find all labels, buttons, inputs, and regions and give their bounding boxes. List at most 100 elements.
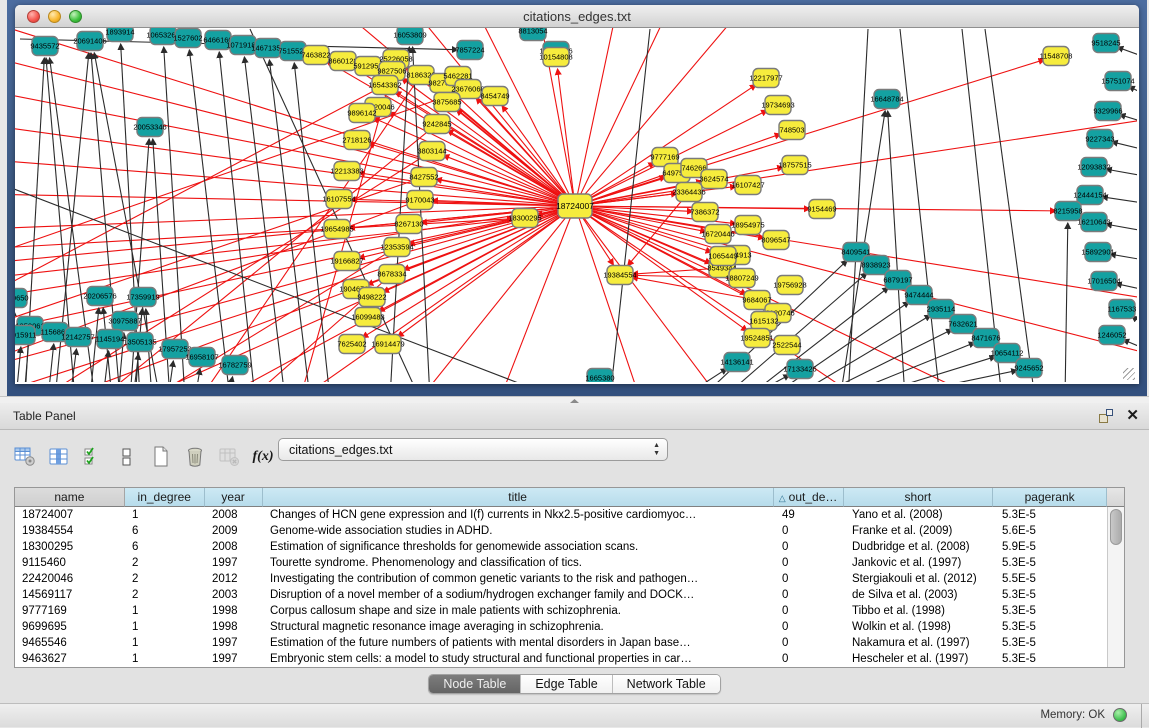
graph-node[interactable]: 9154469: [807, 200, 836, 219]
graph-node[interactable]: 18807249: [725, 269, 758, 288]
tab-edge-table[interactable]: Edge Table: [521, 675, 612, 693]
graph-node[interactable]: 19384554: [603, 266, 636, 285]
table-row[interactable]: 946362711997Embryonic stem cells: a mode…: [15, 651, 1124, 667]
graph-node[interactable]: 8678334: [377, 265, 406, 284]
graph-node[interactable]: 12142757: [61, 328, 94, 347]
table-row[interactable]: 977716911998Corpus callosum shape and si…: [15, 603, 1124, 619]
graph-node[interactable]: 12353594: [380, 238, 413, 257]
table-row[interactable]: 969969511998Structural magnetic resonanc…: [15, 619, 1124, 635]
graph-node[interactable]: 23364436: [672, 183, 705, 202]
graph-node[interactable]: 16210643: [1077, 213, 1110, 232]
graph-node[interactable]: 17359919: [126, 288, 159, 307]
network-canvas[interactable]: 9435572206914061893914106532671527602646…: [15, 28, 1137, 382]
graph-node[interactable]: 3875685: [432, 93, 461, 112]
graph-node[interactable]: 12213383: [330, 162, 363, 181]
graph-node[interactable]: 3624574: [699, 170, 728, 189]
table-mode-icon[interactable]: [10, 444, 40, 470]
graph-node[interactable]: 2620650: [15, 289, 29, 308]
graph-node[interactable]: 8096547: [761, 231, 790, 250]
graph-node[interactable]: 7857224: [455, 41, 484, 60]
graph-node[interactable]: 8813054: [518, 28, 547, 41]
graph-node[interactable]: 1145194: [96, 330, 125, 349]
graph-node[interactable]: 14136141: [720, 353, 753, 372]
graph-node[interactable]: 16648784: [870, 90, 903, 109]
graph-node[interactable]: 2522544: [772, 336, 801, 355]
table-row[interactable]: 946554611997Estimation of the future num…: [15, 635, 1124, 651]
graph-node[interactable]: 9518245: [1091, 34, 1120, 53]
graph-node[interactable]: 2718126: [342, 131, 371, 150]
graph-node[interactable]: 7386372: [690, 203, 719, 222]
graph-node[interactable]: 9170043: [405, 191, 434, 210]
close-panel-icon[interactable]: ✕: [1126, 406, 1139, 424]
graph-node[interactable]: 18300295: [508, 209, 541, 228]
graph-node[interactable]: 1665380: [585, 369, 614, 383]
graph-node[interactable]: 16720446: [701, 225, 734, 244]
graph-node[interactable]: 9329966: [1093, 102, 1122, 121]
graph-node[interactable]: 30975887: [108, 312, 141, 331]
memory-status-indicator[interactable]: [1113, 708, 1127, 722]
graph-node[interactable]: 8267130: [394, 215, 423, 234]
column-header-in_degree[interactable]: in_degree: [125, 488, 205, 507]
graph-node[interactable]: 19524851: [740, 329, 773, 348]
graph-node[interactable]: 18724007: [556, 194, 594, 218]
graph-node[interactable]: 1615132: [749, 312, 778, 331]
graph-node[interactable]: 7463822: [301, 46, 330, 65]
graph-node[interactable]: 1167533: [1108, 300, 1137, 319]
row-height-icon[interactable]: [112, 444, 142, 470]
graph-node[interactable]: 11548708: [1040, 47, 1073, 66]
graph-node[interactable]: 16958107: [185, 348, 218, 367]
delete-columns-icon[interactable]: [180, 444, 210, 470]
graph-node[interactable]: 3803144: [417, 142, 446, 161]
graph-node[interactable]: 13505135: [123, 333, 156, 352]
graph-node[interactable]: 16099483: [351, 308, 384, 327]
graph-node[interactable]: 1065449: [708, 247, 737, 266]
graph-node[interactable]: 8454749: [480, 87, 509, 106]
graph-node[interactable]: 19756928: [773, 276, 806, 295]
graph-node[interactable]: 9896142: [347, 104, 376, 123]
table-row[interactable]: 1456911722003Disruption of a novel membe…: [15, 587, 1124, 603]
column-header-pagerank[interactable]: pagerank: [993, 488, 1107, 507]
create-column-icon[interactable]: [146, 444, 176, 470]
column-header-name[interactable]: name: [15, 488, 125, 507]
panel-splitter[interactable]: [0, 396, 1149, 403]
graph-node[interactable]: 9498222: [357, 288, 386, 307]
graph-node[interactable]: 9227343: [1085, 130, 1114, 149]
window-resize-grip[interactable]: [1123, 368, 1135, 380]
graph-node[interactable]: 16914479: [371, 335, 404, 354]
graph-node[interactable]: 16782759: [218, 356, 251, 375]
graph-node[interactable]: 10154808: [539, 48, 572, 67]
table-row[interactable]: 1938455462009Genome-wide association stu…: [15, 523, 1124, 539]
graph-node[interactable]: 9245652: [1014, 359, 1043, 378]
column-header-year[interactable]: year: [205, 488, 263, 507]
graph-node[interactable]: 19654985: [320, 220, 353, 239]
graph-node[interactable]: 19166827: [330, 252, 363, 271]
graph-node[interactable]: 12093832: [1077, 158, 1110, 177]
graph-node[interactable]: 16543362: [368, 76, 401, 95]
float-panel-icon[interactable]: [1099, 409, 1113, 423]
table-row[interactable]: 2242004622012Investigating the contribut…: [15, 571, 1124, 587]
graph-node[interactable]: 17133426: [783, 360, 816, 379]
graph-node[interactable]: 18954975: [731, 216, 764, 235]
graph-node[interactable]: 20206576: [83, 287, 116, 306]
graph-node[interactable]: 15751074: [1101, 72, 1134, 91]
graph-node[interactable]: 18757515: [778, 156, 811, 175]
graph-node[interactable]: 9242845: [422, 115, 451, 134]
graph-node[interactable]: 16107554: [322, 190, 355, 209]
table-row[interactable]: 911546021997Tourette syndrome. Phenomeno…: [15, 555, 1124, 571]
tab-node-table[interactable]: Node Table: [429, 675, 521, 693]
graph-node[interactable]: 19734693: [761, 96, 794, 115]
graph-node[interactable]: 1893914: [105, 28, 134, 42]
graph-node[interactable]: 20053346: [133, 118, 166, 137]
graph-node[interactable]: 8427552: [409, 168, 438, 187]
graph-node[interactable]: 3915911: [15, 326, 36, 345]
function-builder-icon[interactable]: f(x): [248, 444, 278, 470]
tab-network-table[interactable]: Network Table: [613, 675, 720, 693]
table-selector-dropdown[interactable]: citations_edges.txt ▲▼: [278, 438, 668, 461]
graph-node[interactable]: 12217977: [749, 69, 782, 88]
graph-node[interactable]: 9435572: [30, 37, 59, 56]
graph-node[interactable]: 17016504: [1087, 272, 1120, 291]
graph-node[interactable]: 7625402: [337, 335, 366, 354]
graph-node[interactable]: 20691406: [73, 32, 106, 51]
graph-node[interactable]: 15892901: [1081, 243, 1114, 262]
window-titlebar[interactable]: citations_edges.txt: [15, 5, 1139, 28]
